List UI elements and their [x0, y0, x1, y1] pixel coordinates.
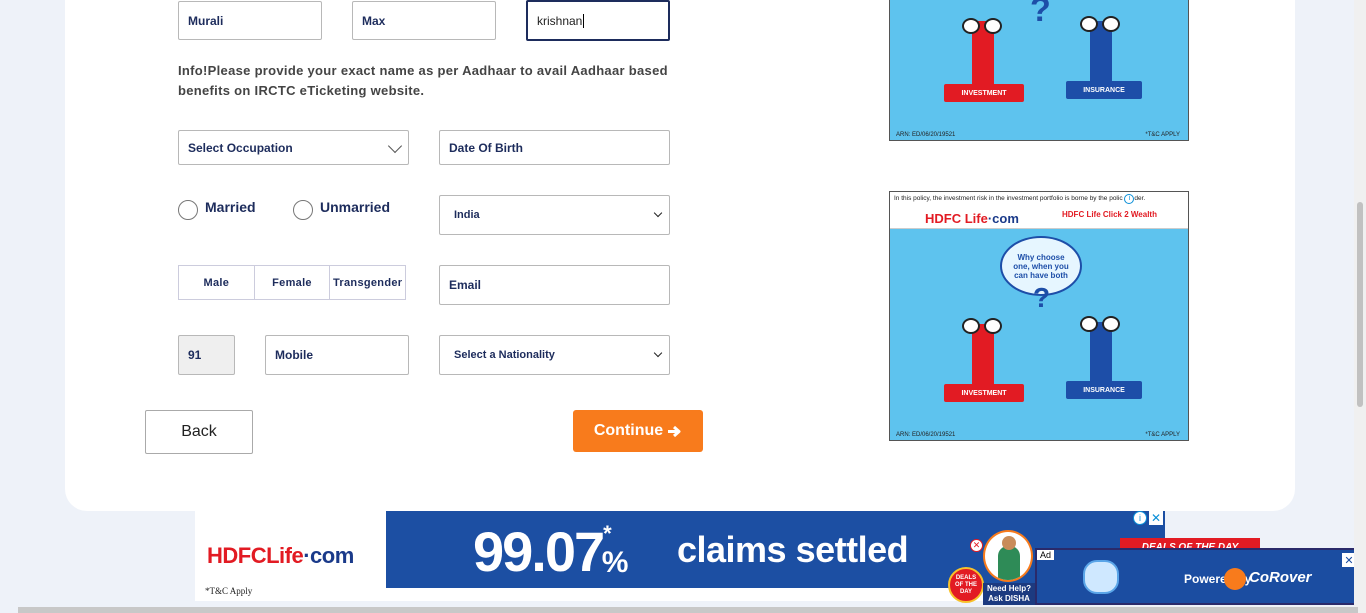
close-ad-controls[interactable]: i ✕ [1133, 511, 1163, 525]
banner-logo: HDFCLife·com [207, 543, 354, 569]
corover-logo-icon [1224, 568, 1246, 590]
banner-tc: *T&C Apply [205, 586, 253, 596]
occupation-placeholder: Select Occupation [188, 140, 293, 155]
bubble-text: Why choose one, when you can have both [1013, 252, 1069, 280]
married-label: Married [205, 198, 256, 215]
robot-icon [1083, 560, 1119, 594]
arn-text: ARN: ED/06/20/19521 [896, 132, 956, 138]
help-line-2: Ask DISHA [988, 594, 1030, 603]
hdfc-logo: HDFC Life·com [925, 211, 1019, 226]
corover-brand-text: CoRover [1249, 569, 1312, 586]
help-line-1: Need Help? [986, 584, 1031, 593]
tc-text: *T&C APPLY [1145, 132, 1180, 138]
last-name-input[interactable]: krishnan [526, 0, 670, 41]
deals-badge-left[interactable]: DEALS OF THE DAY [948, 567, 984, 603]
country-code-field: 91 [178, 335, 235, 375]
eyes-left [962, 318, 1006, 334]
disha-avatar[interactable] [983, 530, 1033, 582]
question-mark: ? [1033, 282, 1051, 313]
claims-number: 99.07 * % [473, 519, 628, 584]
middle-name-input[interactable]: Max [352, 1, 496, 40]
last-name-value: krishnan [537, 13, 583, 28]
ad-label-badge: Ad [1037, 550, 1055, 560]
corover-ad[interactable]: Ad Powered by CoRover ✕ [1035, 548, 1360, 605]
insurance-badge: INSURANCE [1066, 381, 1142, 399]
gender-transgender-button[interactable]: Transgender [330, 266, 405, 299]
nationality-select[interactable]: Select a Nationality [439, 335, 670, 375]
product-name: HDFC Life Click 2 Wealth [1062, 210, 1157, 219]
back-label: Back [181, 423, 217, 440]
brand-suffix: ·com [987, 211, 1019, 226]
disha-close-icon[interactable]: ✕ [970, 539, 983, 552]
claims-settled-text: claims settled [677, 529, 909, 570]
eyes-right [1080, 316, 1124, 332]
country-code-value: 91 [188, 348, 202, 362]
banner-brand: HDFCLife [207, 543, 304, 568]
close-icon[interactable]: ✕ [1149, 511, 1163, 525]
ad-disclaimer: In this policy, the investment risk in t… [894, 194, 1145, 204]
deals-badge-text: DEALS OF THE DAY [955, 574, 977, 595]
gender-toggle-group: Male Female Transgender [178, 265, 406, 300]
tc-text: *T&C APPLY [1145, 432, 1180, 438]
middle-name-value: Max [362, 13, 386, 28]
banner-brand-suffix: ·com [303, 543, 354, 568]
chevron-down-icon [653, 208, 663, 218]
brand-text: HDFC Life [925, 211, 988, 226]
ad-header: In this policy, the investment risk in t… [890, 192, 1188, 229]
continue-label: Continue [593, 422, 664, 439]
claims-percentage: 99.07 [473, 520, 605, 583]
info-icon[interactable]: i [1124, 194, 1135, 204]
claims-star: * [603, 521, 612, 546]
gender-male-button[interactable]: Male [179, 266, 255, 299]
chevron-down-icon [653, 348, 663, 358]
eyes-left [962, 18, 1006, 34]
dob-placeholder: Date Of Birth [449, 140, 524, 155]
mobile-placeholder: Mobile [275, 348, 313, 362]
continue-button[interactable]: Continue [573, 410, 703, 452]
radio-circle-icon [293, 200, 313, 220]
side-ad-top[interactable]: ? INVESTMENT INSURANCE ARN: ED/06/20/195… [889, 0, 1189, 141]
disha-help-text[interactable]: Need Help? Ask DISHA [983, 583, 1035, 605]
email-input[interactable]: Email [439, 265, 670, 305]
unmarried-label: Unmarried [320, 198, 391, 215]
ad-info-icon[interactable]: i [1133, 511, 1147, 525]
insurance-badge: INSURANCE [1066, 81, 1142, 99]
chevron-down-icon [387, 138, 403, 153]
gender-female-button[interactable]: Female [255, 266, 331, 299]
unmarried-radio[interactable]: Unmarried [293, 197, 390, 220]
question-mark-bubble: ? [1030, 0, 1051, 29]
vertical-scrollbar[interactable] [1354, 0, 1366, 613]
horizontal-scrollbar[interactable] [18, 607, 1358, 613]
eyes-right [1080, 16, 1124, 32]
arrow-right-icon [668, 425, 681, 437]
email-placeholder: Email [449, 278, 482, 292]
dob-input[interactable]: Date Of Birth [439, 130, 670, 165]
back-button[interactable]: Back [145, 410, 253, 454]
country-value: India [454, 209, 480, 221]
radio-circle-icon [178, 200, 198, 220]
disha-face-icon [1002, 536, 1016, 550]
occupation-select[interactable]: Select Occupation [178, 130, 409, 165]
mobile-input[interactable]: Mobile [265, 335, 409, 375]
disha-figure-icon [998, 546, 1020, 580]
disclaimer-text: In this policy, the investment risk in t… [894, 195, 1123, 202]
disclaimer-end: der. [1134, 195, 1146, 202]
side-ad-bottom[interactable]: In this policy, the investment risk in t… [889, 191, 1189, 441]
first-name-value: Murali [188, 13, 224, 28]
investment-badge: INVESTMENT [944, 384, 1024, 402]
claims-percent-sign: % [601, 546, 629, 579]
country-select[interactable]: India [439, 195, 670, 235]
text-caret [583, 13, 585, 28]
scrollbar-thumb[interactable] [1357, 202, 1363, 407]
nationality-placeholder: Select a Nationality [454, 349, 555, 361]
arn-text: ARN: ED/06/20/19521 [896, 432, 956, 438]
first-name-input[interactable]: Murali [178, 1, 322, 40]
married-radio[interactable]: Married [178, 197, 256, 220]
aadhaar-info-text: Info!Please provide your exact name as p… [178, 63, 668, 98]
investment-badge: INVESTMENT [944, 84, 1024, 102]
